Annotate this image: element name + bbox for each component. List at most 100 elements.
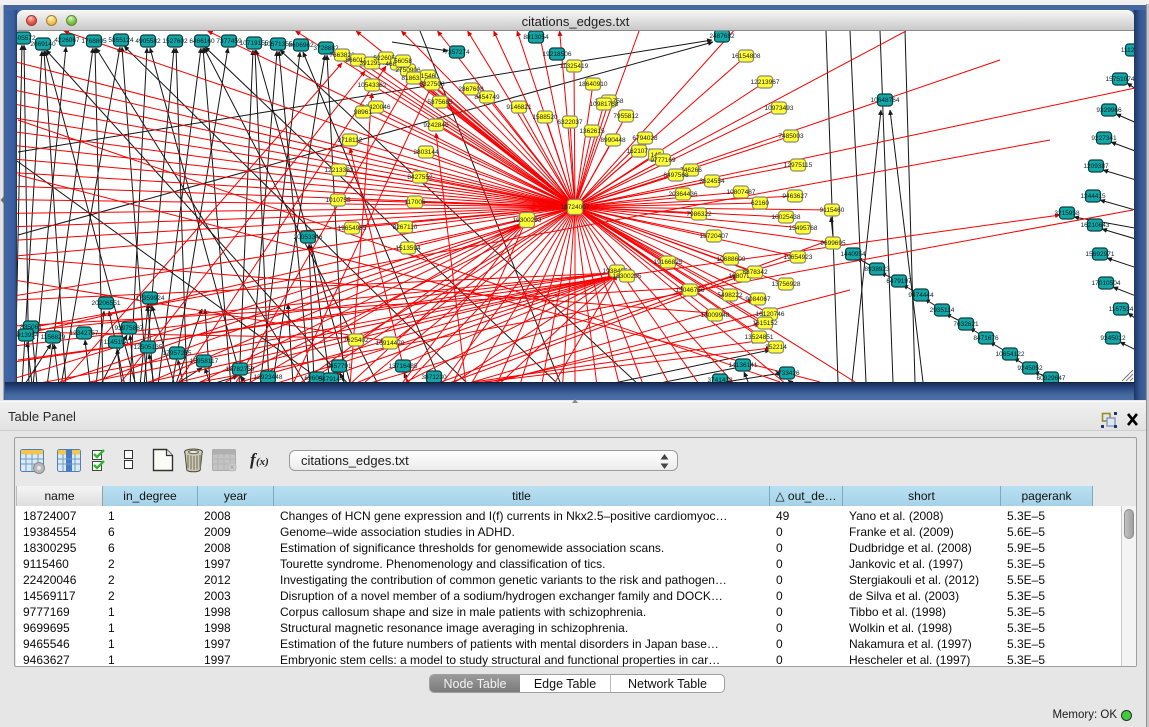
svg-text:1167534: 1167534 [1109,306,1134,313]
svg-text:13756928: 13756928 [772,281,801,288]
svg-text:117006: 117006 [404,199,426,206]
svg-text:1733426: 1733426 [774,370,800,377]
svg-text:15692971: 15692971 [1086,251,1115,258]
svg-text:3215958: 3215958 [1054,210,1080,217]
svg-text:7955812: 7955812 [613,113,639,120]
svg-text:7377459: 7377459 [216,38,242,45]
svg-text:8606962: 8606962 [288,42,314,49]
svg-text:8427552: 8427552 [407,174,433,181]
svg-text:1362615: 1362615 [579,128,605,135]
svg-text:5855124: 5855124 [108,37,134,44]
svg-text:18724007: 18724007 [561,204,590,211]
svg-text:93975887: 93975887 [115,325,144,332]
svg-text:1440954: 1440954 [840,251,866,258]
svg-text:16914479: 16914479 [376,340,405,347]
svg-text:6794028: 6794028 [632,135,658,142]
svg-text:8813054: 8813054 [523,34,549,41]
svg-text:19654923: 19654923 [784,254,813,261]
svg-text:9777169: 9777169 [650,157,676,164]
svg-text:10688609: 10688609 [717,256,746,263]
svg-text:2487682: 2487682 [709,33,735,40]
svg-text:10973493: 10973493 [765,105,794,112]
svg-text:2867608: 2867608 [458,86,484,93]
svg-text:17957255: 17957255 [163,350,192,357]
svg-text:7357274: 7357274 [444,49,470,56]
svg-text:13524851: 13524851 [745,334,774,341]
svg-text:6466160: 6466160 [189,38,215,45]
svg-text:1513594: 1513594 [395,245,421,252]
svg-text:6322037: 6322037 [557,119,583,126]
svg-text:8454749: 8454749 [474,94,500,101]
svg-text:7632621: 7632621 [953,321,979,328]
svg-text:7986322: 7986322 [686,211,712,218]
svg-text:9227341: 9227341 [1091,135,1117,142]
svg-text:2718112: 2718112 [338,137,363,144]
svg-text:12213382: 12213382 [325,167,354,174]
svg-text:56058: 56058 [394,58,412,65]
svg-text:12975115: 12975115 [784,162,813,169]
svg-text:60929647: 60929647 [1037,375,1066,382]
svg-text:19166825: 19166825 [654,259,683,266]
svg-text:12505135: 12505135 [134,344,163,351]
svg-text:12923448: 12923448 [254,374,283,381]
svg-text:6479197: 6479197 [886,278,912,285]
svg-text:1244415: 1244415 [1080,193,1106,200]
svg-text:20206551: 20206551 [92,300,121,307]
svg-text:15720407: 15720407 [700,233,729,240]
svg-text:9115460: 9115460 [820,207,845,214]
svg-text:9474444: 9474444 [908,292,934,299]
svg-text:4226067: 4226067 [54,37,80,44]
svg-text:9463627: 9463627 [782,193,808,200]
svg-text:19654985: 19654985 [338,225,367,232]
svg-text:1768805: 1768805 [81,38,107,45]
svg-text:7485003: 7485003 [778,133,804,140]
svg-text:10807487: 10807487 [727,189,756,196]
svg-text:3913954: 3913954 [17,332,39,339]
svg-text:(x): (x) [256,456,269,468]
svg-text:9084067: 9084067 [745,296,771,303]
svg-text:1112736: 1112736 [1121,47,1134,54]
svg-text:3871230: 3871230 [421,374,447,381]
svg-text:13716485: 13716485 [389,363,418,370]
svg-text:8471676: 8471676 [973,335,999,342]
svg-text:1145194: 1145194 [104,339,129,346]
svg-text:16782759: 16782759 [226,366,255,373]
svg-text:9327508: 9327508 [419,81,445,88]
svg-text:16210643: 16210643 [1081,222,1110,229]
svg-text:2803144: 2803144 [413,149,439,156]
svg-text:19218506: 19218506 [543,51,572,58]
svg-text:9457791: 9457791 [326,363,352,370]
svg-text:10648764: 10648764 [871,97,900,104]
svg-text:4905582: 4905582 [135,38,161,45]
svg-text:15751074: 15751074 [1106,76,1134,83]
svg-text:10958117: 10958117 [190,358,219,365]
svg-text:17359924: 17359924 [136,295,165,302]
svg-text:9245012: 9245012 [1100,335,1126,342]
svg-text:11325419: 11325419 [560,63,589,70]
svg-text:18640910: 18640910 [579,81,608,88]
svg-text:252214: 252214 [765,344,787,351]
svg-text:14009948: 14009948 [701,312,730,319]
svg-text:1615152: 1615152 [752,320,778,327]
svg-text:8990448: 8990448 [600,137,626,144]
svg-text:12213967: 12213967 [751,79,780,86]
svg-text:17010504: 17010504 [1092,280,1121,287]
svg-text:5479144: 5479144 [318,376,344,382]
svg-text:8878342: 8878342 [742,269,768,276]
svg-text:12342757: 12342757 [70,330,99,337]
svg-text:19300293: 19300293 [513,217,542,224]
svg-text:8938923: 8938923 [864,266,890,273]
svg-text:62160: 62160 [751,200,769,207]
svg-text:10654122: 10654122 [996,351,1025,358]
svg-text:10543362: 10543362 [358,82,387,89]
svg-text:16154808: 16154808 [732,53,761,60]
svg-text:20053346: 20053346 [294,234,323,241]
svg-text:20364436: 20364436 [669,191,698,198]
svg-text:1588520: 1588520 [532,114,558,121]
svg-text:9245052: 9245052 [1017,365,1043,372]
svg-text:18300295: 18300295 [613,273,642,280]
svg-text:1209387: 1209387 [1083,163,1109,170]
svg-text:7625402: 7625402 [343,337,369,344]
svg-text:98961: 98961 [354,109,372,116]
svg-text:8267110: 8267110 [393,224,418,231]
